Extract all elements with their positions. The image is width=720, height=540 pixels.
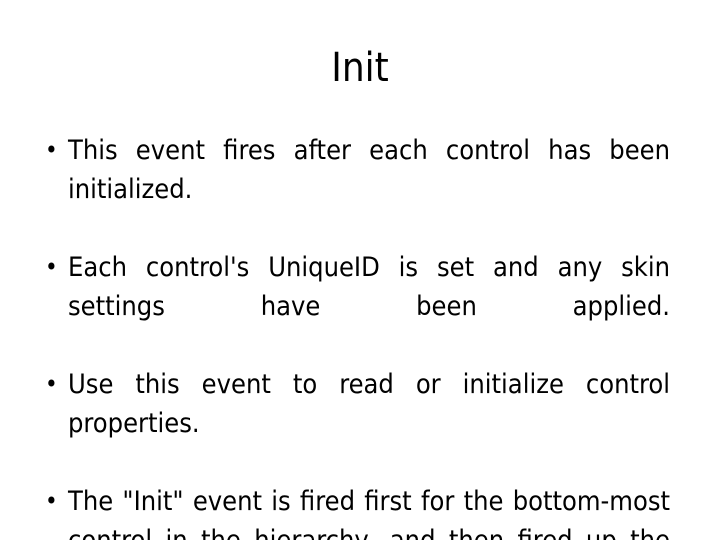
bullet-text: Use this event to read or initialize con… (68, 369, 670, 439)
bullet-point-icon: • (45, 487, 58, 515)
presentation-slide: Init • This event fires after each contr… (0, 0, 720, 540)
bullet-list: • This event fires after each control ha… (45, 131, 670, 540)
list-item: • This event fires after each control ha… (45, 131, 670, 248)
bullet-text: Each control's UniqueID is set and any s… (68, 252, 670, 322)
list-item: • The "Init" event is fired first for th… (45, 482, 670, 540)
bullet-point-icon: • (45, 370, 58, 398)
bullet-text: This event fires after each control has … (68, 135, 670, 205)
bullet-text: The "Init" event is fired first for the … (68, 486, 670, 540)
bullet-point-icon: • (45, 253, 58, 281)
slide-body: • This event fires after each control ha… (45, 131, 670, 540)
bullet-point-icon: • (45, 136, 58, 164)
slide-title: Init (331, 45, 389, 91)
list-item: • Use this event to read or initialize c… (45, 365, 670, 482)
list-item: • Each control's UniqueID is set and any… (45, 248, 670, 365)
